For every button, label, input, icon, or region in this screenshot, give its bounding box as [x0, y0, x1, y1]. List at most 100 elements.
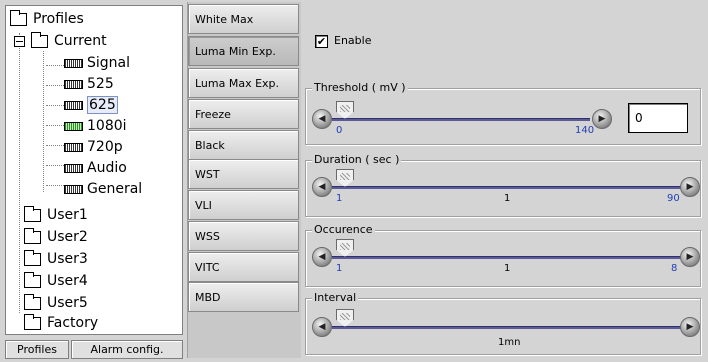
tree-node-user5[interactable]: User5 [24, 293, 88, 313]
slider-thumb-icon[interactable] [336, 239, 354, 257]
tree-connector [46, 165, 64, 166]
tree-node-user1[interactable]: User1 [24, 205, 88, 225]
tab-column: White Max Luma Min Exp. Luma Max Exp. Fr… [187, 2, 301, 358]
duration-value: 1 [504, 193, 511, 204]
tab-vitc[interactable]: VITC [188, 252, 299, 282]
folder-icon [24, 205, 41, 222]
threshold-slider-track[interactable] [332, 118, 590, 121]
folder-icon [24, 271, 41, 288]
profiles-button[interactable]: Profiles [5, 340, 69, 359]
tree-node-current[interactable]: Current [14, 31, 107, 51]
enable-label: Enable [334, 34, 372, 47]
tab-freeze[interactable]: Freeze [188, 99, 299, 129]
arrow-left-icon[interactable]: ◀ [312, 177, 332, 197]
threshold-group: Threshold ( mV ) ◀ ▶ 0 140 0 [305, 81, 701, 145]
arrow-right-icon[interactable]: ▶ [680, 247, 700, 267]
arrow-right-icon[interactable]: ▶ [680, 317, 700, 337]
tab-black[interactable]: Black [188, 130, 299, 160]
duration-group: Duration ( sec ) ◀ ▶ 1 1 90 [305, 153, 701, 217]
interval-slider-track[interactable] [332, 326, 684, 329]
tree-node-user4[interactable]: User4 [24, 271, 88, 291]
card-icon [64, 163, 83, 173]
duration-slider-track[interactable] [332, 186, 684, 189]
interval-value: 1mn [498, 337, 521, 348]
duration-title: Duration ( sec ) [312, 153, 402, 166]
tree-node-signal[interactable]: Signal [64, 53, 130, 73]
tree-node-user3[interactable]: User3 [24, 249, 88, 269]
tab-white-max[interactable]: White Max [188, 4, 299, 34]
alarm-config-button[interactable]: Alarm config. [71, 340, 183, 359]
tree-node-label: 1080i [87, 118, 127, 134]
duration-min: 1 [336, 193, 343, 204]
card-icon [64, 100, 83, 110]
profile-tree[interactable]: Profiles Current Signal 525 625 1080i 72… [5, 5, 183, 335]
card-icon [64, 58, 83, 68]
tree-node-factory[interactable]: Factory [24, 313, 98, 333]
folder-icon [24, 313, 41, 330]
tab-wst[interactable]: WST [188, 159, 299, 189]
tree-node-label: User1 [47, 207, 88, 223]
tree-node-label: Factory [47, 315, 99, 331]
tree-node-profiles[interactable]: Profiles [10, 9, 84, 29]
arrow-right-icon[interactable]: ▶ [680, 177, 700, 197]
tree-connector [46, 105, 64, 106]
tree-connector [46, 185, 64, 186]
tree-connector [46, 85, 64, 86]
occurence-max: 8 [671, 263, 678, 274]
occurence-value: 1 [504, 263, 511, 274]
card-icon [64, 79, 83, 89]
tree-connector [46, 65, 64, 66]
card-icon [64, 184, 83, 194]
tree-node-label: User3 [47, 251, 88, 267]
tab-luma-max-exp[interactable]: Luma Max Exp. [188, 68, 299, 98]
arrow-left-icon[interactable]: ◀ [312, 317, 332, 337]
tree-node-label: User5 [47, 295, 88, 311]
tree-node-label: Profiles [33, 11, 84, 27]
folder-icon [24, 249, 41, 266]
tree-node-label: 720p [87, 139, 123, 155]
folder-icon [24, 227, 41, 244]
slider-thumb-icon[interactable] [336, 101, 354, 119]
tree-node-label: General [87, 181, 143, 197]
folder-icon [10, 9, 27, 26]
occurence-group: Occurence ◀ ▶ 1 1 8 [305, 223, 701, 287]
slider-thumb-icon[interactable] [336, 309, 354, 327]
tree-node-label: Signal [87, 55, 131, 71]
slider-thumb-icon[interactable] [336, 169, 354, 187]
settings-panel: ✔ Enable Threshold ( mV ) ◀ ▶ 0 140 0 Du… [302, 2, 705, 358]
tab-mbd[interactable]: MBD [188, 282, 299, 312]
tree-node-general[interactable]: General [64, 179, 142, 199]
threshold-value-input[interactable]: 0 [628, 103, 688, 133]
tree-node-audio[interactable]: Audio [64, 158, 127, 178]
occurence-title: Occurence [312, 223, 375, 236]
threshold-title: Threshold ( mV ) [312, 81, 408, 94]
tree-node-label: User4 [47, 273, 88, 289]
tree-node-720p[interactable]: 720p [64, 137, 123, 157]
tree-node-label: User2 [47, 229, 88, 245]
folder-icon [31, 31, 48, 48]
tab-vli[interactable]: VLI [188, 190, 299, 220]
enable-checkbox[interactable]: ✔ [315, 35, 328, 48]
collapse-icon[interactable] [14, 35, 25, 47]
tree-node-label: 625 [87, 96, 118, 114]
tree-connector [46, 125, 64, 126]
arrow-right-icon[interactable]: ▶ [592, 109, 612, 129]
occurence-slider-track[interactable] [332, 256, 684, 259]
tree-connector [43, 51, 44, 192]
threshold-min: 0 [336, 125, 343, 136]
folder-icon [24, 293, 41, 310]
tree-node-625[interactable]: 625 [64, 95, 118, 115]
interval-group: Interval ◀ ▶ 1mn [305, 291, 701, 355]
tree-connector [19, 33, 20, 313]
tab-luma-min-exp[interactable]: Luma Min Exp. [188, 36, 299, 66]
tree-node-user2[interactable]: User2 [24, 227, 88, 247]
tree-node-525[interactable]: 525 [64, 74, 114, 94]
tree-node-1080i[interactable]: 1080i [64, 116, 127, 136]
tab-wss[interactable]: WSS [188, 221, 299, 251]
arrow-left-icon[interactable]: ◀ [312, 109, 332, 129]
arrow-left-icon[interactable]: ◀ [312, 247, 332, 267]
tree-node-label: 525 [87, 76, 114, 92]
threshold-max: 140 [575, 125, 595, 136]
tree-node-label: Current [54, 33, 107, 49]
app-window: Profiles Current Signal 525 625 1080i 72… [0, 0, 708, 362]
